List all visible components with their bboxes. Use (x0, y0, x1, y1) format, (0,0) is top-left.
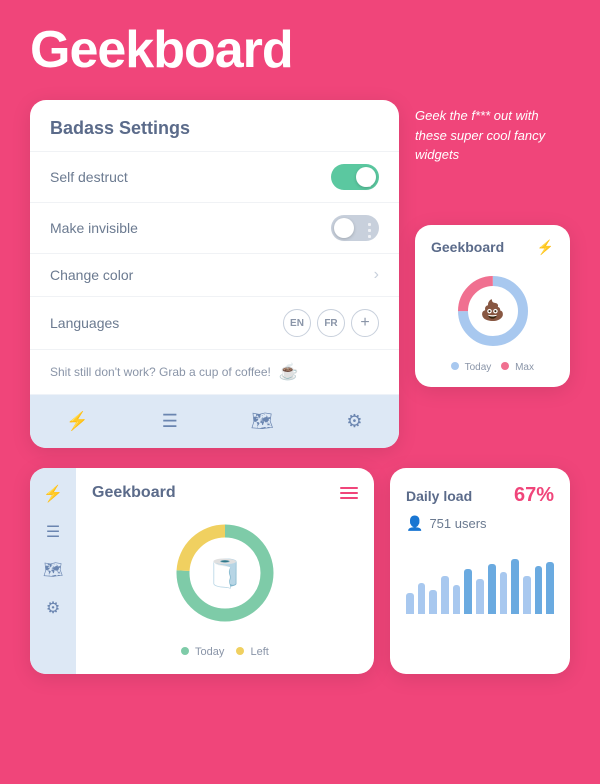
coffee-icon: ☕ (279, 362, 299, 382)
settings-card: Badass Settings Self destruct Make invis… (30, 100, 399, 448)
nav-map[interactable]: 🗺 (243, 407, 282, 436)
toggle-line (368, 184, 371, 187)
bar-5 (453, 585, 461, 614)
users-icon: 👤 (406, 515, 423, 532)
ham-line (340, 497, 358, 499)
bar-3 (429, 590, 437, 615)
legend-today: Today (451, 362, 491, 373)
settings-nav: ⚡ ☰ 🗺 ⚙ (30, 394, 399, 448)
chevron-icon: › (374, 266, 379, 284)
lang-badge-en[interactable]: EN (283, 309, 311, 337)
setting-row-make-invisible: Make invisible (30, 202, 399, 253)
toilet-paper-emoji: 🧻 (208, 557, 243, 590)
legend-today-large: Today (181, 646, 224, 658)
legend-left: Left (236, 646, 268, 658)
hamburger-button[interactable] (340, 487, 358, 499)
nav-settings[interactable]: ⚙ (338, 407, 370, 436)
bar-9 (500, 572, 508, 614)
bar-chart (406, 544, 554, 614)
bolt-icon: ⚡ (537, 239, 554, 256)
bar-7 (476, 579, 484, 614)
legend-today-label: Today (465, 362, 492, 373)
sidebar-bolt[interactable]: ⚡ (43, 484, 63, 504)
users-row: 👤 751 users (406, 515, 554, 532)
toggle-self-destruct[interactable] (331, 164, 379, 190)
sidebar-nav: ⚡ ☰ 🗺 ⚙ (30, 468, 76, 674)
bottom-section: ⚡ ☰ 🗺 ⚙ Geekboard 🧻 (0, 468, 600, 694)
bar-12 (535, 566, 543, 614)
daily-card: Daily load 67% 👤 751 users (390, 468, 570, 674)
dash-legend: Today Left (92, 646, 358, 658)
dashboard-card: ⚡ ☰ 🗺 ⚙ Geekboard 🧻 (30, 468, 374, 674)
toggle-line (368, 178, 371, 181)
cloud-emoji: 💩 (480, 298, 505, 323)
setting-label-change-color: Change color (50, 267, 133, 283)
nav-menu[interactable]: ☰ (154, 407, 186, 436)
legend-dot-max (501, 362, 509, 370)
toggle-lines (368, 172, 371, 187)
legend-max: Max (501, 362, 534, 373)
bar-11 (523, 576, 531, 615)
setting-label-self-destruct: Self destruct (50, 169, 128, 185)
legend-dot-today (451, 362, 459, 370)
geekboard-mini-widget: Geekboard ⚡ 💩 Today Max (415, 225, 570, 387)
toggle-lines (368, 223, 371, 238)
toggle-line (368, 172, 371, 175)
daily-title: Daily load (406, 488, 472, 504)
setting-row-languages: Languages EN FR + (30, 296, 399, 349)
sidebar-menu[interactable]: ☰ (46, 522, 60, 542)
daily-percent: 67% (514, 484, 554, 507)
bar-2 (418, 583, 426, 615)
legend-max-label: Max (515, 362, 534, 373)
users-count: 751 users (429, 516, 486, 531)
bar-10 (511, 559, 519, 614)
lang-badge-add[interactable]: + (351, 309, 379, 337)
top-right-area: Geek the f*** out with these super cool … (415, 100, 570, 387)
coffee-text: Shit still don't work? Grab a cup of cof… (50, 365, 271, 379)
sidebar-settings[interactable]: ⚙ (46, 598, 60, 618)
legend-dot-left (236, 647, 244, 655)
dashboard-main: Geekboard 🧻 Today (76, 468, 374, 674)
setting-label-make-invisible: Make invisible (50, 220, 138, 236)
language-group: EN FR + (283, 309, 379, 337)
sidebar-map[interactable]: 🗺 (43, 560, 63, 580)
app-title: Geekboard (0, 0, 600, 90)
bar-4 (441, 576, 449, 615)
setting-label-languages: Languages (50, 315, 119, 331)
setting-row-self-destruct: Self destruct (30, 151, 399, 202)
toggle-line (368, 229, 371, 232)
bar-13 (546, 562, 554, 614)
daily-header: Daily load 67% (406, 484, 554, 507)
dash-header: Geekboard (92, 484, 358, 502)
dash-title: Geekboard (92, 484, 176, 502)
tagline: Geek the f*** out with these super cool … (415, 100, 555, 165)
legend-today-large-label: Today (195, 646, 224, 658)
donut-large-container: 🧻 (92, 508, 358, 638)
legend-left-label: Left (250, 646, 268, 658)
widget-legend: Today Max (431, 362, 554, 373)
donut-container-small: 💩 (431, 266, 554, 356)
bar-1 (406, 593, 414, 614)
toggle-make-invisible[interactable] (331, 215, 379, 241)
toggle-line (368, 235, 371, 238)
ham-line (340, 492, 358, 494)
top-section: Badass Settings Self destruct Make invis… (0, 90, 600, 468)
widget-header: Geekboard ⚡ (431, 239, 554, 256)
widget-title: Geekboard (431, 239, 504, 255)
lang-badge-fr[interactable]: FR (317, 309, 345, 337)
bar-6 (464, 569, 472, 615)
ham-line (340, 487, 358, 489)
nav-bolt[interactable]: ⚡ (58, 407, 96, 436)
bar-8 (488, 564, 496, 614)
settings-title: Badass Settings (30, 100, 399, 151)
coffee-row: Shit still don't work? Grab a cup of cof… (30, 349, 399, 394)
toggle-line (368, 223, 371, 226)
legend-dot-today-large (181, 647, 189, 655)
setting-row-change-color[interactable]: Change color › (30, 253, 399, 296)
